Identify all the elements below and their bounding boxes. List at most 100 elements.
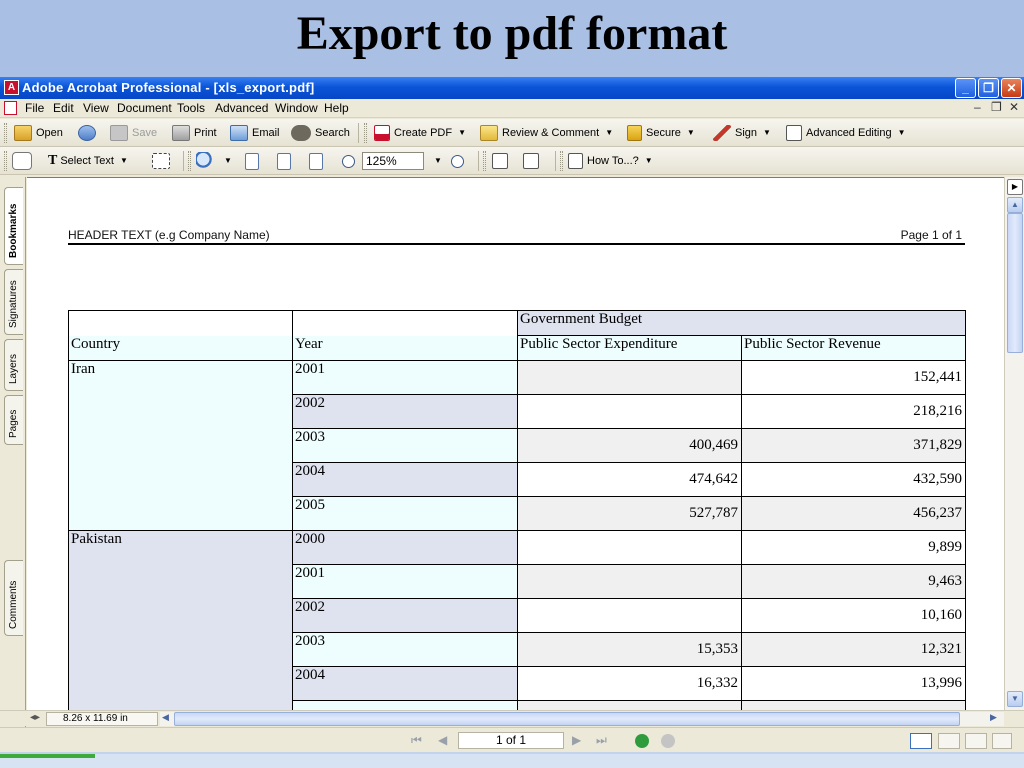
vertical-scroll-thumb[interactable] xyxy=(1007,213,1023,353)
horizontal-scrollbar[interactable]: ◀ ▶ xyxy=(160,712,1004,726)
floppy-disk-icon xyxy=(110,125,128,142)
zoom-level-field[interactable]: 125% xyxy=(362,152,424,170)
rotate-left-icon xyxy=(492,153,508,170)
group-header-cell: Government Budget xyxy=(517,310,966,336)
single-page-layout-icon[interactable] xyxy=(910,733,932,749)
scroll-left-arrow-icon[interactable]: ◀ xyxy=(162,712,169,723)
how-to-button[interactable]: How To...? ▼ xyxy=(568,147,653,175)
fit-width-button[interactable] xyxy=(309,147,327,175)
slide-title: Export to pdf format xyxy=(296,7,728,60)
zoom-out-button[interactable] xyxy=(342,147,359,175)
tab-signatures[interactable]: Signatures xyxy=(4,269,23,335)
dropdown-arrow-icon[interactable]: ▼ xyxy=(605,119,613,147)
show-pages-arrow-icon[interactable]: ▶ xyxy=(1007,179,1023,195)
toolbar-grip[interactable] xyxy=(364,123,367,143)
magnifier-icon xyxy=(196,152,214,171)
advanced-editing-button[interactable]: Advanced Editing ▼ xyxy=(786,119,906,147)
dropdown-arrow-icon[interactable]: ▼ xyxy=(120,147,128,175)
next-page-icon[interactable]: ▶ xyxy=(572,733,581,747)
dropdown-arrow-icon[interactable]: ▼ xyxy=(458,119,466,147)
menu-advanced[interactable]: Advanced xyxy=(215,101,268,115)
tab-layers[interactable]: Layers xyxy=(4,339,23,391)
open-button[interactable]: Open xyxy=(14,119,63,147)
review-comment-button[interactable]: Review & Comment ▼ xyxy=(480,119,613,147)
tab-pages[interactable]: Pages xyxy=(4,395,23,445)
dropdown-arrow-icon[interactable]: ▼ xyxy=(687,119,695,147)
restore-button[interactable]: ❐ xyxy=(978,78,999,98)
snapshot-tool-button[interactable] xyxy=(152,147,174,175)
menu-window[interactable]: Window xyxy=(275,101,318,115)
dropdown-arrow-icon: ▼ xyxy=(434,156,442,166)
fit-page-button[interactable] xyxy=(277,147,295,175)
zoom-dropdown[interactable]: ▼ xyxy=(428,147,442,175)
toolbar-grip[interactable] xyxy=(4,151,7,171)
sign-button[interactable]: Sign ▼ xyxy=(713,119,771,147)
year-cell: 2003 xyxy=(292,428,518,463)
toolbar-grip[interactable] xyxy=(560,151,563,171)
toolbar-grip[interactable] xyxy=(483,151,486,171)
document-restore-button[interactable]: ❐ xyxy=(991,100,1002,114)
menu-tools[interactable]: Tools xyxy=(177,101,205,115)
last-page-icon[interactable]: ⏭ xyxy=(596,733,607,748)
print-button[interactable]: Print xyxy=(172,119,217,147)
search-button[interactable]: Search xyxy=(291,119,350,147)
horizontal-scroll-thumb[interactable] xyxy=(174,712,960,726)
create-pdf-button[interactable]: Create PDF ▼ xyxy=(374,119,466,147)
zoom-in-tool-button[interactable]: ▼ xyxy=(196,147,232,175)
menu-help[interactable]: Help xyxy=(324,101,349,115)
previous-page-icon[interactable]: ◀ xyxy=(438,733,447,747)
rotate-clockwise-button[interactable] xyxy=(523,147,543,175)
email-button[interactable]: Email xyxy=(230,119,280,147)
rotate-counterclockwise-button[interactable] xyxy=(492,147,512,175)
document-minimize-button[interactable]: – xyxy=(974,100,981,114)
scroll-down-arrow-icon[interactable]: ▼ xyxy=(1007,691,1023,707)
continuous-layout-icon[interactable] xyxy=(938,733,960,749)
close-button[interactable]: ✕ xyxy=(1001,78,1022,98)
hand-tool-button[interactable] xyxy=(12,147,36,175)
page-number-field[interactable]: 1 of 1 xyxy=(458,732,564,749)
expenditure-cell xyxy=(517,700,742,710)
save-button[interactable]: Save xyxy=(110,119,157,147)
toolbar-grip[interactable] xyxy=(188,151,191,171)
year-cell: 2001 xyxy=(292,564,518,599)
menu-file[interactable]: File xyxy=(25,101,44,115)
select-text-button[interactable]: T Select Text ▼ xyxy=(48,147,128,175)
minimize-button[interactable]: _ xyxy=(955,78,976,98)
dropdown-arrow-icon[interactable]: ▼ xyxy=(898,119,906,147)
facing-layout-icon[interactable] xyxy=(965,733,987,749)
scroll-right-arrow-icon[interactable]: ▶ xyxy=(990,712,997,723)
tab-comments[interactable]: Comments xyxy=(4,560,23,636)
vertical-scrollbar[interactable]: ▶ ▲ ▼ xyxy=(1004,177,1024,710)
toolbar-grip[interactable] xyxy=(4,123,7,143)
menu-view[interactable]: View xyxy=(83,101,109,115)
previous-view-icon[interactable] xyxy=(635,734,649,748)
menu-edit[interactable]: Edit xyxy=(53,101,74,115)
dropdown-arrow-icon[interactable]: ▼ xyxy=(645,147,653,175)
dropdown-arrow-icon[interactable]: ▼ xyxy=(224,147,232,175)
expenditure-cell: 400,469 xyxy=(517,428,742,463)
first-page-icon[interactable]: ⏮ xyxy=(411,733,422,748)
document-menu-icon[interactable] xyxy=(4,101,17,115)
splitter-arrows-icon[interactable]: ◂▸ xyxy=(30,712,40,723)
expenditure-cell xyxy=(517,360,742,395)
start-button-edge[interactable] xyxy=(0,754,95,758)
revenue-cell: 13,996 xyxy=(741,666,966,701)
dropdown-arrow-icon[interactable]: ▼ xyxy=(763,119,771,147)
next-view-icon[interactable] xyxy=(661,734,675,748)
tab-bookmarks[interactable]: Bookmarks xyxy=(4,187,23,265)
document-close-button[interactable]: ✕ xyxy=(1009,100,1019,114)
navigation-pane: Bookmarks Signatures Layers Pages Commen… xyxy=(0,177,26,727)
document-page: HEADER TEXT (e.g Company Name) Page 1 of… xyxy=(27,177,1004,710)
review-comment-icon xyxy=(480,125,498,142)
revenue-cell: 218,216 xyxy=(741,394,966,429)
page-number-text: Page 1 of 1 xyxy=(900,228,962,242)
revenue-cell: 9,463 xyxy=(741,564,966,599)
zoom-in-button[interactable] xyxy=(451,147,468,175)
secure-button[interactable]: Secure ▼ xyxy=(627,119,695,147)
continuous-facing-layout-icon[interactable] xyxy=(992,733,1012,749)
actual-size-button[interactable] xyxy=(245,147,263,175)
menu-document[interactable]: Document xyxy=(117,101,172,115)
organizer-button[interactable] xyxy=(78,119,100,147)
lock-icon xyxy=(627,125,642,142)
scroll-up-arrow-icon[interactable]: ▲ xyxy=(1007,197,1023,213)
